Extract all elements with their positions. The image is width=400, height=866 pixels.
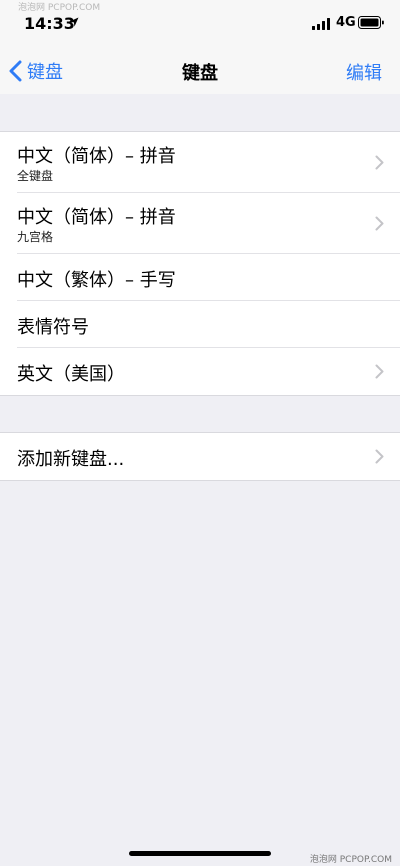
watermark: 泡泡网 PCPOP.COM	[309, 855, 392, 865]
top-bar: 泡泡网 PCPOP.COM 14:33 4G 键盘 键盘 编辑	[0, 0, 400, 94]
home-indicator[interactable]	[129, 851, 271, 856]
add-keyboard-label: 添加新键盘...	[17, 449, 125, 470]
page-title: 键盘	[182, 63, 218, 84]
edit-button[interactable]: 编辑	[346, 59, 382, 85]
keyboard-title: 中文（繁体）– 手写	[17, 270, 176, 291]
keyboard-item-handwriting[interactable]: 中文（繁体）– 手写	[0, 254, 400, 301]
keyboard-subtitle: 九宫格	[17, 230, 54, 244]
add-keyboard-item[interactable]: 添加新键盘...	[0, 433, 400, 480]
keyboard-subtitle: 全键盘	[17, 169, 54, 183]
chevron-right-icon	[375, 449, 384, 464]
add-keyboard-group: 添加新键盘...	[0, 432, 400, 481]
status-time: 14:33	[24, 14, 75, 33]
battery-icon	[358, 16, 384, 29]
keyboard-item-pinyin-9key[interactable]: 中文（简体）– 拼音 九宫格	[0, 193, 400, 254]
keyboard-title: 中文（简体）– 拼音	[17, 146, 176, 167]
keyboard-title: 英文（美国）	[17, 364, 125, 385]
chevron-right-icon	[375, 155, 384, 170]
chevron-right-icon	[375, 364, 384, 379]
location-arrow-icon	[69, 17, 79, 27]
network-type: 4G	[336, 15, 356, 30]
chevron-right-icon	[375, 216, 384, 231]
keyboard-title: 中文（简体）– 拼音	[17, 207, 176, 228]
cellular-signal-icon	[312, 18, 330, 30]
navigation-bar: 键盘 键盘 编辑	[0, 46, 400, 94]
keyboard-title: 表情符号	[17, 317, 89, 338]
keyboard-item-emoji[interactable]: 表情符号	[0, 301, 400, 348]
watermark-top: 泡泡网 PCPOP.COM	[18, 3, 101, 13]
status-bar: 泡泡网 PCPOP.COM 14:33 4G	[0, 0, 400, 46]
keyboards-list: 中文（简体）– 拼音 全键盘 中文（简体）– 拼音 九宫格 中文（繁体）– 手写…	[0, 131, 400, 396]
keyboard-item-pinyin-full[interactable]: 中文（简体）– 拼音 全键盘	[0, 132, 400, 193]
keyboard-item-english-us[interactable]: 英文（美国）	[0, 348, 400, 395]
